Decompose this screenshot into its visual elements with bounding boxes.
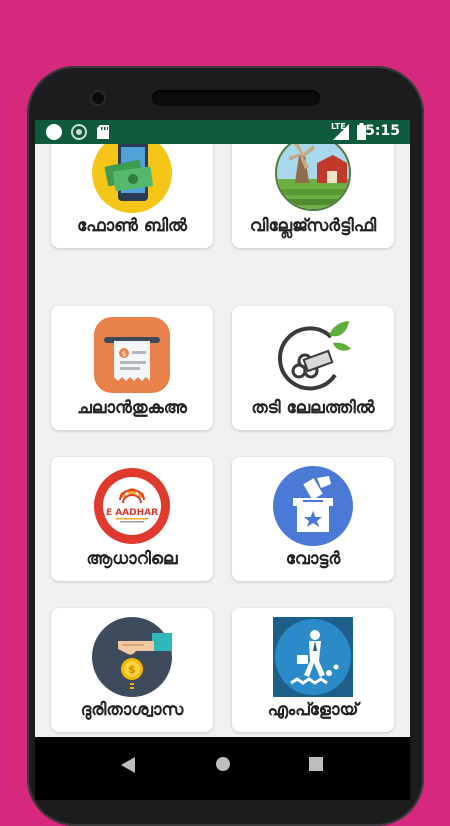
employment-icon	[273, 617, 353, 697]
service-card-aadhaar[interactable]: E AADHAR ആധാറിലെ	[51, 457, 213, 581]
service-card-employment[interactable]: എംപ്ളോയ്	[232, 608, 394, 732]
timber-auction-icon	[278, 321, 351, 391]
status-bar: LTE 5:15	[35, 120, 410, 144]
aadhaar-icon: E AADHAR	[94, 468, 170, 544]
service-card-village-certificate[interactable]: വില്ലേജ്സർട്ടിഫി	[232, 144, 394, 248]
signal-icon	[333, 124, 349, 140]
recents-icon[interactable]	[309, 757, 323, 771]
svg-text:$: $	[122, 350, 126, 358]
home-icon[interactable]	[215, 756, 231, 772]
phone-bill-icon	[92, 144, 172, 213]
circle-icon	[46, 124, 62, 140]
voter-ballot-icon	[273, 466, 353, 546]
service-card-challan[interactable]: $ ചലാൻതുകഅ	[51, 306, 213, 430]
svg-text:E AADHAR: E AADHAR	[106, 508, 158, 518]
service-label: തടി ലേലത്തിൽ	[251, 398, 375, 418]
relief-fund-icon: $	[92, 617, 172, 697]
service-label: വില്ലേജ്സർട്ടിഫി	[249, 216, 377, 236]
earpiece-speaker	[152, 90, 320, 106]
service-card-voter[interactable]: വോട്ടർ	[232, 457, 394, 581]
sync-icon	[71, 124, 87, 140]
service-card-relief-fund[interactable]: $ ദുരിതാശ്വാസ	[51, 608, 213, 732]
service-card-timber-auction[interactable]: തടി ലേലത്തിൽ	[232, 306, 394, 430]
service-label: വോട്ടർ	[285, 549, 341, 569]
front-camera	[92, 92, 104, 104]
service-label: ചലാൻതുകഅ	[77, 398, 187, 418]
service-label: ഫോൺ ബിൽ	[77, 216, 187, 236]
village-certificate-icon	[275, 144, 351, 211]
service-label: ദുരിതാശ്വാസ	[80, 700, 184, 720]
screen: LTE 5:15 ഫോൺ ബിൽ വില്ലേജ്സർട്ടിഫി $ ചലാൻ…	[35, 120, 410, 800]
service-label: എംപ്ളോയ്	[267, 700, 359, 720]
navigation-bar	[35, 737, 410, 800]
challan-receipt-icon: $	[94, 317, 170, 393]
back-icon[interactable]	[121, 757, 135, 773]
service-label: ആധാറിലെ	[86, 549, 178, 569]
service-card-phone-bill[interactable]: ഫോൺ ബിൽ	[51, 144, 213, 248]
service-grid[interactable]: ഫോൺ ബിൽ വില്ലേജ്സർട്ടിഫി $ ചലാൻതുകഅ തടി …	[35, 144, 410, 737]
clock: 5:15	[365, 123, 400, 139]
svg-text:$: $	[128, 663, 136, 676]
sd-card-icon	[97, 125, 109, 139]
